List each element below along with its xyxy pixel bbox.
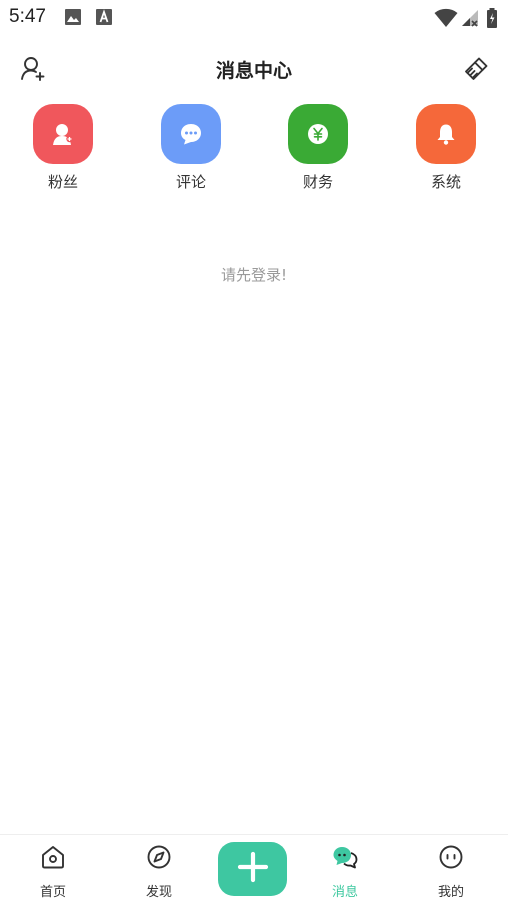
header: 消息中心 <box>0 46 508 92</box>
image-icon <box>64 8 82 30</box>
signal-icon <box>460 8 480 32</box>
nav-label: 首页 <box>39 885 66 900</box>
category-label: 粉丝 <box>47 173 78 191</box>
login-prompt: 请先登录! <box>220 266 287 284</box>
nav-messages[interactable]: 消息 <box>305 835 385 904</box>
nav-label: 发现 <box>145 885 172 900</box>
clear-brush-icon[interactable] <box>463 56 489 82</box>
wifi-icon <box>434 8 458 32</box>
category-fans[interactable]: 粉丝 <box>18 104 108 194</box>
category-label: 系统 <box>430 173 461 191</box>
home-icon <box>40 844 66 870</box>
bell-icon <box>416 104 476 164</box>
category-system[interactable]: 系统 <box>401 104 491 194</box>
status-bar: 5:47 <box>0 0 508 34</box>
comment-icon <box>161 104 221 164</box>
page-title: 消息中心 <box>215 60 292 82</box>
message-icon <box>332 844 358 870</box>
compass-icon <box>146 844 172 870</box>
battery-icon <box>486 8 498 32</box>
category-finance[interactable]: 财务 <box>273 104 363 194</box>
status-time: 5:47 <box>9 6 46 27</box>
fans-icon <box>33 104 93 164</box>
profile-icon <box>438 844 464 870</box>
nav-discover[interactable]: 发现 <box>119 835 199 904</box>
nav-home[interactable]: 首页 <box>13 835 93 904</box>
nav-label: 消息 <box>331 885 358 900</box>
nav-label: 我的 <box>437 885 464 900</box>
add-post-button[interactable] <box>218 842 287 896</box>
nav-profile[interactable]: 我的 <box>411 835 491 904</box>
category-label: 评论 <box>175 173 206 191</box>
yuan-icon <box>288 104 348 164</box>
category-comments[interactable]: 评论 <box>146 104 236 194</box>
font-icon <box>95 8 113 30</box>
plus-icon <box>236 850 270 888</box>
category-label: 财务 <box>302 173 333 191</box>
message-categories: 粉丝 评论 财务 系统 <box>0 104 508 194</box>
